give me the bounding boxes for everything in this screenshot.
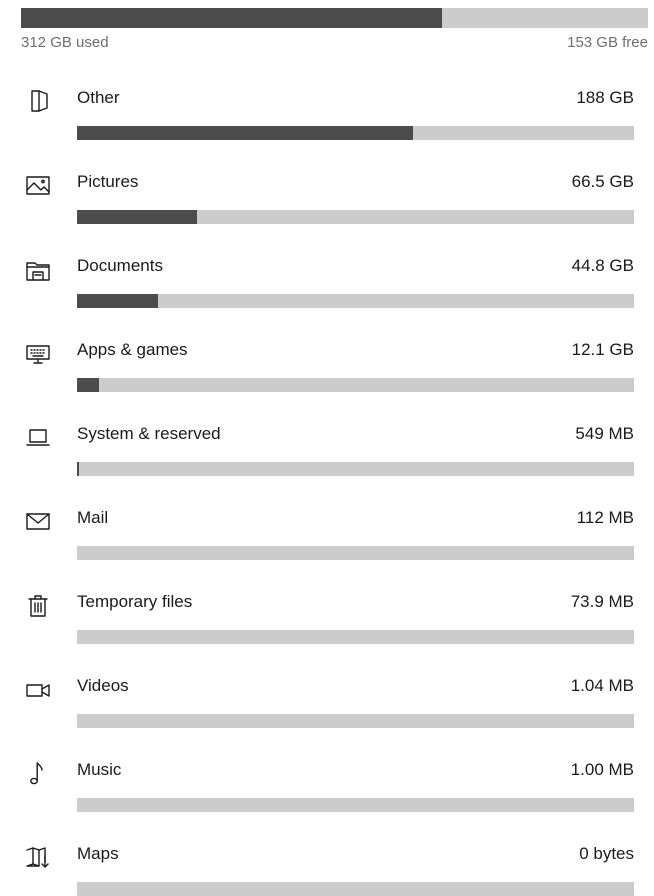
category-size: 1.00 MB (570, 760, 634, 779)
category-name: Documents (77, 256, 163, 275)
category-usage-bar (77, 546, 634, 560)
category-row-documents[interactable]: Documents 44.8 GB (0, 224, 654, 308)
category-usage-fill (77, 378, 99, 392)
category-usage-fill (77, 126, 413, 140)
category-name: Pictures (77, 172, 139, 191)
category-usage-fill (77, 294, 158, 308)
mail-icon (21, 504, 55, 538)
category-size: 12.1 GB (571, 340, 634, 359)
storage-used-fill (21, 8, 442, 28)
category-usage-bar (77, 294, 634, 308)
category-usage-bar (77, 462, 634, 476)
category-usage-fill (77, 462, 79, 476)
category-size: 549 MB (575, 424, 634, 443)
video-camera-icon (21, 672, 55, 706)
category-size: 1.04 MB (570, 676, 634, 695)
category-name: Other (77, 88, 120, 107)
system-icon (21, 420, 55, 454)
category-usage-bar (77, 210, 634, 224)
category-row-videos[interactable]: Videos 1.04 MB (0, 644, 654, 728)
category-row-temporary-files[interactable]: Temporary files 73.9 MB (0, 560, 654, 644)
category-row-music[interactable]: Music 1.00 MB (0, 728, 654, 812)
used-space-label: 312 GB used (21, 34, 109, 51)
storage-usage-labels: 312 GB used 153 GB free (21, 34, 648, 51)
category-size: 73.9 MB (570, 592, 634, 611)
category-row-other[interactable]: Other 188 GB (0, 56, 654, 140)
category-usage-fill (77, 210, 197, 224)
category-name: System & reserved (77, 424, 221, 443)
map-icon (21, 840, 55, 874)
category-usage-bar (77, 882, 634, 896)
category-row-apps-and-games[interactable]: Apps & games 12.1 GB (0, 308, 654, 392)
music-note-icon (21, 756, 55, 790)
apps-games-icon (21, 336, 55, 370)
category-row-system-and-reserved[interactable]: System & reserved 549 MB (0, 392, 654, 476)
category-size: 112 MB (576, 508, 634, 527)
category-name: Maps (77, 844, 119, 863)
category-name: Temporary files (77, 592, 193, 611)
category-usage-bar (77, 714, 634, 728)
category-row-maps[interactable]: Maps 0 bytes (0, 812, 654, 896)
free-space-label: 153 GB free (567, 34, 648, 51)
documents-icon (21, 252, 55, 286)
category-row-pictures[interactable]: Pictures 66.5 GB (0, 140, 654, 224)
category-size: 188 GB (576, 88, 634, 107)
category-usage-bar (77, 630, 634, 644)
other-icon (21, 84, 55, 118)
trash-icon (21, 588, 55, 622)
category-usage-bar (77, 126, 634, 140)
category-name: Music (77, 760, 122, 779)
storage-usage-bar (21, 8, 648, 28)
storage-category-list: Other 188 GB Pictures 66.5 GB Documents 44.8 … (0, 56, 654, 896)
category-usage-bar (77, 798, 634, 812)
category-size: 66.5 GB (571, 172, 634, 191)
category-name: Videos (77, 676, 129, 695)
category-size: 44.8 GB (571, 256, 634, 275)
category-row-mail[interactable]: Mail 112 MB (0, 476, 654, 560)
category-size: 0 bytes (579, 844, 634, 863)
pictures-icon (21, 168, 55, 202)
category-usage-bar (77, 378, 634, 392)
category-name: Mail (77, 508, 109, 527)
category-name: Apps & games (77, 340, 188, 359)
